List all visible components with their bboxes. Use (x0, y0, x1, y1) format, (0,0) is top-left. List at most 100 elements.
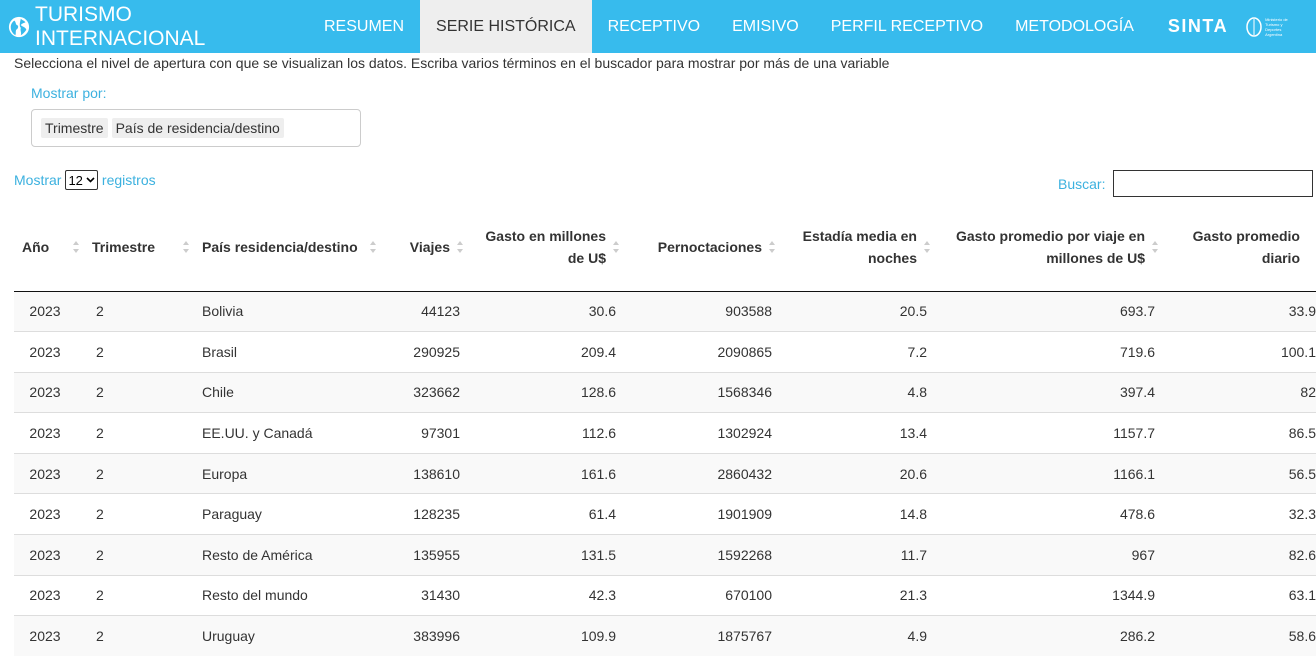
header-gasto-promedio-diario[interactable]: Gasto promedio diario (1163, 203, 1316, 292)
cell-estadia: 4.9 (780, 615, 935, 656)
cell-pernoctaciones: 903588 (624, 290, 780, 332)
globe-icon (8, 16, 30, 37)
sort-icon (613, 240, 619, 253)
header-anio[interactable]: Año (14, 203, 84, 292)
nav-resumen[interactable]: RESUMEN (308, 0, 420, 53)
brand[interactable]: TURISMO INTERNACIONAL (0, 0, 308, 53)
data-table: Año Trimestre País residencia/destino Vi… (14, 203, 1316, 656)
cell-pais: Chile (194, 371, 381, 413)
header-label: Trimestre (92, 238, 156, 255)
cell-gasto-promedio-diario: 82.6 (1163, 534, 1316, 576)
nav-metodologia[interactable]: METODOLOGÍA (999, 0, 1150, 53)
table-row[interactable]: 2023 2 EE.UU. y Canadá 97301 112.6 1302924 13.… (14, 412, 1316, 454)
cell-gasto: 112.6 (468, 412, 624, 454)
cell-viajes: 383996 (381, 615, 468, 656)
cell-pernoctaciones: 1592268 (624, 534, 780, 576)
header-trimestre[interactable]: Trimestre (84, 203, 194, 292)
cell-pais: Resto del mundo (194, 574, 381, 616)
cell-viajes: 31430 (381, 574, 468, 616)
cell-gasto-promedio-viaje: 1344.9 (935, 574, 1163, 616)
chip-pais[interactable]: País de residencia/destino (111, 118, 284, 138)
table-row[interactable]: 2023 2 Europa 138610 161.6 2860432 20.6 1166.1 5… (14, 452, 1316, 494)
cell-gasto-promedio-viaje: 286.2 (935, 615, 1163, 656)
sinta-logo[interactable]: SINTA (1168, 0, 1228, 53)
cell-pais: Europa (194, 452, 381, 494)
search-input[interactable] (1113, 170, 1314, 197)
header-pernoctaciones[interactable]: Pernoctaciones (624, 203, 780, 292)
cell-gasto-promedio-diario: 82 (1163, 371, 1316, 413)
sort-icon (1152, 240, 1158, 253)
cell-gasto-promedio-viaje: 397.4 (935, 371, 1163, 413)
header-viajes[interactable]: Viajes (381, 203, 468, 292)
cell-viajes: 97301 (381, 412, 468, 454)
nav-serie-historica[interactable]: SERIE HISTÓRICA (420, 0, 592, 53)
sort-icon (924, 240, 930, 253)
search-label: Buscar: (1058, 175, 1106, 192)
table-row[interactable]: 2023 2 Brasil 290925 209.4 2090865 7.2 719.6 100… (14, 331, 1316, 373)
length-prefix: Mostrar (14, 172, 62, 188)
cell-estadia: 21.3 (780, 574, 935, 616)
cell-anio: 2023 (14, 371, 84, 413)
cell-trimestre: 2 (84, 412, 194, 454)
cell-anio: 2023 (14, 615, 84, 656)
sort-icon (73, 240, 79, 253)
table-row[interactable]: 2023 2 Paraguay 128235 61.4 1901909 14.8 478.6 3… (14, 493, 1316, 535)
cell-anio: 2023 (14, 412, 84, 454)
cell-gasto-promedio-viaje: 1157.7 (935, 412, 1163, 454)
header-label: Viajes (409, 238, 450, 255)
table-row[interactable]: 2023 2 Bolivia 44123 30.6 903588 20.5 693.7 33.9 (14, 290, 1316, 332)
cell-pais: Uruguay (194, 615, 381, 656)
cell-estadia: 7.2 (780, 331, 935, 373)
cell-pernoctaciones: 1302924 (624, 412, 780, 454)
header-label: Año (22, 238, 50, 255)
nav-emisivo[interactable]: EMISIVO (716, 0, 815, 53)
ministry-logo[interactable]: Ministerio de Turismo y Deportes Argenti… (1246, 0, 1299, 53)
header-label: País residencia/destino (202, 238, 358, 255)
intro-text: Selecciona el nivel de apertura con que … (14, 55, 890, 71)
cell-gasto-promedio-viaje: 478.6 (935, 493, 1163, 535)
cell-gasto: 61.4 (468, 493, 624, 535)
cell-estadia: 4.8 (780, 371, 935, 413)
table-row[interactable]: 2023 2 Uruguay 383996 109.9 1875767 4.9 286.2 58… (14, 615, 1316, 656)
sort-icon (370, 240, 376, 253)
header-estadia[interactable]: Estadía media en noches (780, 203, 935, 292)
header-gasto-promedio-viaje[interactable]: Gasto promedio por viaje en millones de … (935, 203, 1163, 292)
cell-gasto-promedio-diario: 100.1 (1163, 331, 1316, 373)
cell-gasto: 161.6 (468, 452, 624, 494)
cell-trimestre: 2 (84, 452, 194, 494)
cell-gasto: 42.3 (468, 574, 624, 616)
grouping-selector[interactable]: Trimestre País de residencia/destino (31, 109, 361, 147)
header-label: Gasto promedio por viaje en millones de … (955, 227, 1145, 266)
length-control: Mostrar 12 registros (14, 170, 156, 190)
cell-viajes: 44123 (381, 290, 468, 332)
cell-pernoctaciones: 1875767 (624, 615, 780, 656)
cell-pais: EE.UU. y Canadá (194, 412, 381, 454)
length-suffix: registros (101, 172, 156, 188)
cell-gasto-promedio-viaje: 719.6 (935, 331, 1163, 373)
cell-gasto-promedio-viaje: 967 (935, 534, 1163, 576)
cell-gasto-promedio-viaje: 693.7 (935, 290, 1163, 332)
filter-label: Mostrar por: (31, 85, 107, 101)
table-row[interactable]: 2023 2 Chile 323662 128.6 1568346 4.8 397.4 82 (14, 371, 1316, 413)
nav-perfil-receptivo[interactable]: PERFIL RECEPTIVO (815, 0, 999, 53)
chip-trimestre[interactable]: Trimestre (41, 118, 108, 138)
cell-anio: 2023 (14, 290, 84, 332)
cell-gasto: 128.6 (468, 371, 624, 413)
header-row: Año Trimestre País residencia/destino Vi… (14, 203, 1316, 292)
length-select[interactable]: 12 (65, 170, 98, 190)
cell-gasto: 209.4 (468, 331, 624, 373)
cell-estadia: 20.5 (780, 290, 935, 332)
cell-gasto-promedio-diario: 32.3 (1163, 493, 1316, 535)
cell-gasto: 131.5 (468, 534, 624, 576)
cell-gasto: 30.6 (468, 290, 624, 332)
header-pais[interactable]: País residencia/destino (194, 203, 381, 292)
nav-receptivo[interactable]: RECEPTIVO (592, 0, 716, 53)
cell-trimestre: 2 (84, 290, 194, 332)
header-gasto[interactable]: Gasto en millones de U$ (468, 203, 624, 292)
cell-estadia: 13.4 (780, 412, 935, 454)
cell-anio: 2023 (14, 331, 84, 373)
cell-anio: 2023 (14, 493, 84, 535)
table-row[interactable]: 2023 2 Resto del mundo 31430 42.3 670100 21.3 1… (14, 574, 1316, 616)
table-row[interactable]: 2023 2 Resto de América 135955 131.5 1592268 1… (14, 534, 1316, 576)
cell-pais: Bolivia (194, 290, 381, 332)
